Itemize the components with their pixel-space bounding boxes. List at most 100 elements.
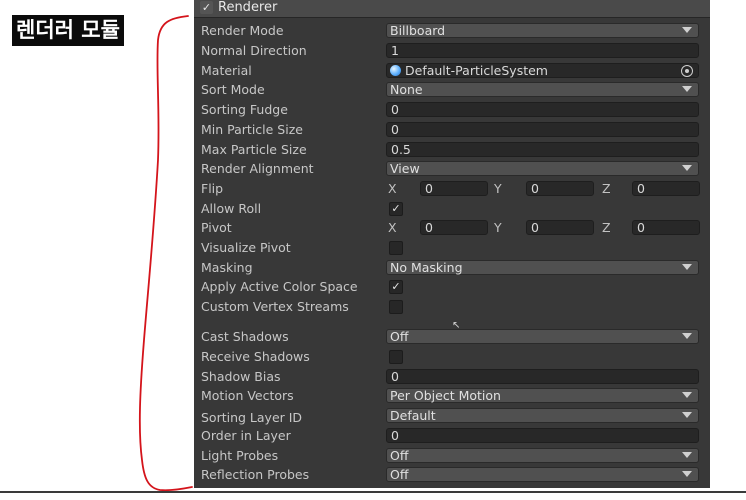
row-visualize-pivot: Visualize Pivot xyxy=(194,238,710,258)
flip-x-label: X xyxy=(388,181,397,196)
row-min-particle-size: Min Particle Size 0 xyxy=(194,120,710,140)
light-probes-label: Light Probes xyxy=(201,448,279,463)
render-mode-dropdown[interactable]: Billboard xyxy=(386,23,699,38)
renderer-module-panel: ✓ Renderer Render Mode Billboard Normal … xyxy=(194,0,710,488)
dropdown-arrow-icon xyxy=(682,264,692,270)
row-order-in-layer: Order in Layer 0 xyxy=(194,426,710,446)
max-particle-size-field[interactable]: 0.5 xyxy=(386,142,699,157)
flip-label: Flip xyxy=(201,181,224,196)
sorting-layer-id-dropdown[interactable]: Default xyxy=(386,408,699,423)
motion-vectors-dropdown[interactable]: Per Object Motion xyxy=(386,388,699,403)
flip-z-field[interactable]: 0 xyxy=(632,181,700,196)
receive-shadows-label: Receive Shadows xyxy=(201,349,310,364)
pivot-y-label: Y xyxy=(494,220,502,235)
sorting-layer-id-label: Sorting Layer ID xyxy=(201,410,303,425)
order-in-layer-field[interactable]: 0 xyxy=(386,428,699,443)
sort-mode-value: None xyxy=(390,82,423,97)
pivot-z-field[interactable]: 0 xyxy=(632,220,700,235)
annotation-bracket xyxy=(138,15,193,492)
dropdown-arrow-icon xyxy=(682,452,692,458)
row-custom-vertex-streams: Custom Vertex Streams xyxy=(194,297,710,317)
row-normal-direction: Normal Direction 1 xyxy=(194,41,710,61)
cast-shadows-label: Cast Shadows xyxy=(201,329,289,344)
material-label: Material xyxy=(201,63,252,78)
row-motion-vectors: Motion Vectors Per Object Motion xyxy=(194,386,710,406)
sort-mode-dropdown[interactable]: None xyxy=(386,82,699,97)
dropdown-arrow-icon xyxy=(682,412,692,418)
row-apply-active-color-space: Apply Active Color Space ✓ xyxy=(194,277,710,297)
custom-vertex-streams-label: Custom Vertex Streams xyxy=(201,299,349,314)
row-light-probes: Light Probes Off xyxy=(194,446,710,466)
row-receive-shadows: Receive Shadows xyxy=(194,347,710,367)
shadow-bias-field[interactable]: 0 xyxy=(386,369,699,384)
visualize-pivot-label: Visualize Pivot xyxy=(201,240,291,255)
reflection-probes-label: Reflection Probes xyxy=(201,467,310,482)
flip-y-field[interactable]: 0 xyxy=(526,181,594,196)
row-render-mode: Render Mode Billboard xyxy=(194,21,710,41)
apply-active-color-space-label: Apply Active Color Space xyxy=(201,279,358,294)
bottom-divider xyxy=(0,491,746,493)
dropdown-arrow-icon xyxy=(682,471,692,477)
motion-vectors-label: Motion Vectors xyxy=(201,388,294,403)
reflection-probes-dropdown[interactable]: Off xyxy=(386,467,699,482)
sorting-layer-id-value: Default xyxy=(390,408,436,423)
row-masking: Masking No Masking xyxy=(194,258,710,278)
material-sphere-icon xyxy=(390,65,401,76)
material-object-field[interactable]: Default-ParticleSystem xyxy=(386,63,699,78)
flip-y-label: Y xyxy=(494,181,502,196)
masking-dropdown[interactable]: No Masking xyxy=(386,260,699,275)
apply-active-color-space-checkbox[interactable]: ✓ xyxy=(389,280,403,294)
row-sort-mode: Sort Mode None xyxy=(194,80,710,100)
mouse-cursor-icon: ↖ xyxy=(452,320,461,331)
min-particle-size-field[interactable]: 0 xyxy=(386,122,699,137)
row-material: Material Default-ParticleSystem xyxy=(194,61,710,81)
masking-label: Masking xyxy=(201,260,253,275)
light-probes-value: Off xyxy=(390,448,409,463)
row-render-alignment: Render Alignment View xyxy=(194,159,710,179)
render-mode-label: Render Mode xyxy=(201,23,284,38)
allow-roll-checkbox[interactable]: ✓ xyxy=(389,202,403,216)
row-sorting-fudge: Sorting Fudge 0 xyxy=(194,100,710,120)
row-allow-roll: Allow Roll ✓ xyxy=(194,199,710,219)
dropdown-arrow-icon xyxy=(682,27,692,33)
render-alignment-value: View xyxy=(390,161,420,176)
flip-z-label: Z xyxy=(602,181,611,196)
renderer-module-title: Renderer xyxy=(218,0,278,15)
object-picker-icon[interactable] xyxy=(681,65,693,77)
sort-mode-label: Sort Mode xyxy=(201,82,265,97)
sorting-fudge-field[interactable]: 0 xyxy=(386,102,699,117)
row-pivot: Pivot X 0 Y 0 Z 0 xyxy=(194,218,710,238)
allow-roll-label: Allow Roll xyxy=(201,201,262,216)
cast-shadows-dropdown[interactable]: Off xyxy=(386,329,699,344)
row-sorting-layer-id: Sorting Layer ID Default xyxy=(194,408,710,428)
dropdown-arrow-icon xyxy=(682,392,692,398)
light-probes-dropdown[interactable]: Off xyxy=(386,448,699,463)
min-particle-size-label: Min Particle Size xyxy=(201,122,303,137)
normal-direction-field[interactable]: 1 xyxy=(386,43,699,58)
dropdown-arrow-icon xyxy=(682,86,692,92)
custom-vertex-streams-checkbox[interactable] xyxy=(389,300,403,314)
pivot-z-label: Z xyxy=(602,220,611,235)
renderer-enable-checkbox[interactable]: ✓ xyxy=(200,1,213,14)
render-alignment-dropdown[interactable]: View xyxy=(386,161,699,176)
receive-shadows-checkbox[interactable] xyxy=(389,350,403,364)
pivot-y-field[interactable]: 0 xyxy=(526,220,594,235)
row-shadow-bias: Shadow Bias 0 xyxy=(194,367,710,387)
renderer-module-header[interactable]: ✓ Renderer xyxy=(194,0,710,18)
render-alignment-label: Render Alignment xyxy=(201,161,314,176)
annotation-title: 렌더러 모듈 xyxy=(12,15,124,46)
cast-shadows-value: Off xyxy=(390,329,409,344)
max-particle-size-label: Max Particle Size xyxy=(201,142,307,157)
reflection-probes-value: Off xyxy=(390,467,409,482)
row-max-particle-size: Max Particle Size 0.5 xyxy=(194,140,710,160)
normal-direction-label: Normal Direction xyxy=(201,43,307,58)
row-flip: Flip X 0 Y 0 Z 0 xyxy=(194,179,710,199)
masking-value: No Masking xyxy=(390,260,463,275)
visualize-pivot-checkbox[interactable] xyxy=(389,241,403,255)
flip-x-field[interactable]: 0 xyxy=(420,181,488,196)
motion-vectors-value: Per Object Motion xyxy=(390,388,501,403)
render-mode-value: Billboard xyxy=(390,23,446,38)
pivot-x-field[interactable]: 0 xyxy=(420,220,488,235)
dropdown-arrow-icon xyxy=(682,333,692,339)
material-value: Default-ParticleSystem xyxy=(405,63,548,78)
